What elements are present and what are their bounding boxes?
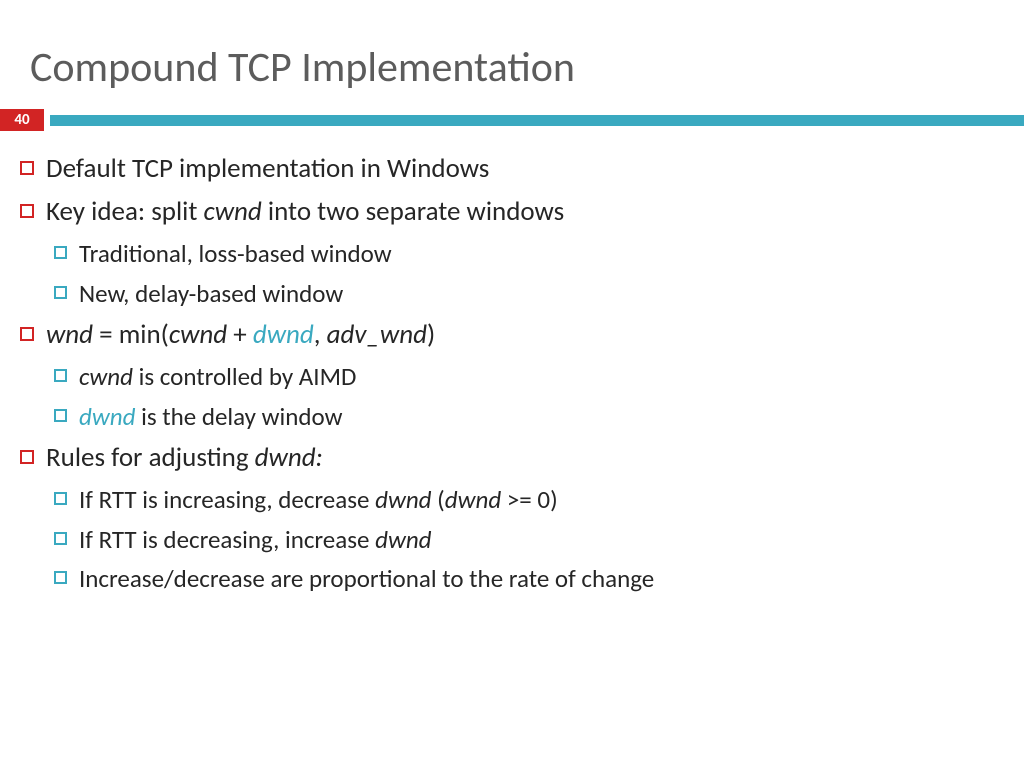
bullet-text: If RTT is decreasing, increase dwnd: [79, 523, 432, 557]
list-item: Key idea: split cwnd into two separate w…: [20, 194, 994, 230]
slide-content: Default TCP implementation in Windows Ke…: [0, 151, 1024, 596]
bullet-text: Traditional, loss-based window: [79, 237, 392, 271]
list-item: If RTT is increasing, decrease dwnd (dwn…: [54, 483, 994, 517]
bullet-text: Default TCP implementation in Windows: [46, 151, 489, 187]
bullet-text: New, delay-based window: [79, 277, 343, 311]
bullet-text: Rules for adjusting dwnd:: [46, 440, 323, 476]
page-number-badge: 40: [0, 109, 44, 131]
bullet-text: wnd = min(cwnd + dwnd, adv_wnd): [46, 317, 435, 353]
accent-bar: [50, 115, 1024, 126]
bullet-icon: [54, 532, 67, 545]
bullet-text: Key idea: split cwnd into two separate w…: [46, 194, 564, 230]
list-item: Rules for adjusting dwnd:: [20, 440, 994, 476]
bullet-icon: [54, 492, 67, 505]
list-item: Increase/decrease are proportional to th…: [54, 562, 994, 596]
bullet-icon: [54, 409, 67, 422]
slide-title: Compound TCP Implementation: [0, 0, 1024, 109]
list-item: wnd = min(cwnd + dwnd, adv_wnd): [20, 317, 994, 353]
list-item: Traditional, loss-based window: [54, 237, 994, 271]
bullet-icon: [54, 571, 67, 584]
list-item: cwnd is controlled by AIMD: [54, 360, 994, 394]
bullet-text: dwnd is the delay window: [79, 400, 342, 434]
header-bar: 40: [0, 109, 1024, 131]
bullet-icon: [20, 161, 34, 175]
list-item: dwnd is the delay window: [54, 400, 994, 434]
list-item: New, delay-based window: [54, 277, 994, 311]
bullet-icon: [20, 204, 34, 218]
list-item: Default TCP implementation in Windows: [20, 151, 994, 187]
list-item: If RTT is decreasing, increase dwnd: [54, 523, 994, 557]
bullet-text: Increase/decrease are proportional to th…: [79, 562, 654, 596]
bullet-text: cwnd is controlled by AIMD: [79, 360, 356, 394]
bullet-icon: [54, 246, 67, 259]
bullet-icon: [54, 369, 67, 382]
bullet-icon: [20, 327, 34, 341]
bullet-text: If RTT is increasing, decrease dwnd (dwn…: [79, 483, 558, 517]
bullet-icon: [54, 286, 67, 299]
bullet-icon: [20, 450, 34, 464]
